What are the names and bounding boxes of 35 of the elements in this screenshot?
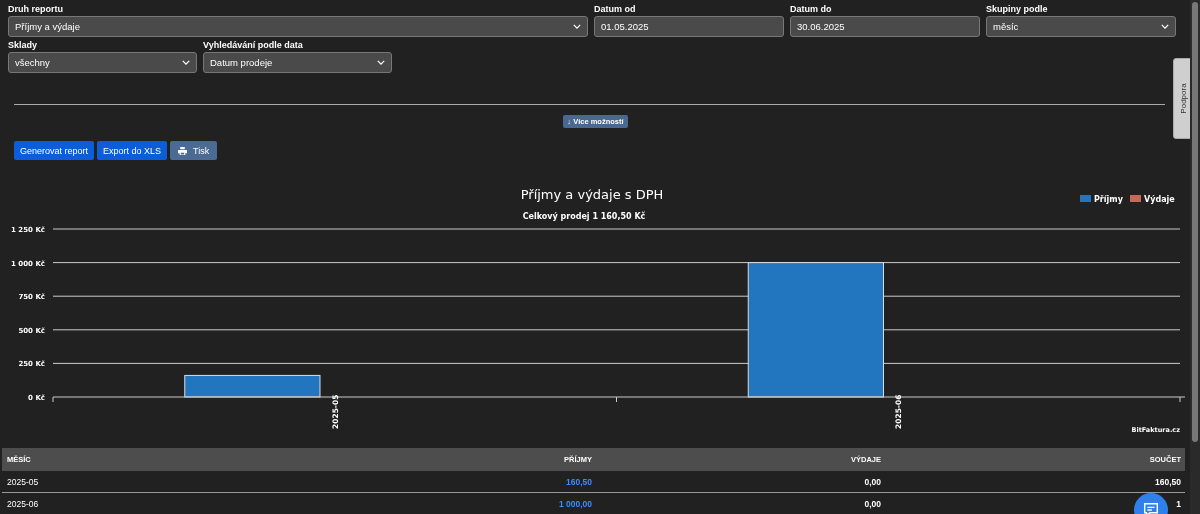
scrollbar[interactable]: [1190, 0, 1200, 514]
printer-icon: [178, 146, 188, 155]
select-field[interactable]: měsíc: [986, 16, 1176, 37]
legend-label: Příjmy: [1094, 195, 1123, 204]
print-button[interactable]: Tisk: [170, 141, 218, 160]
select-field[interactable]: všechny: [8, 52, 197, 73]
chevron-down-icon: [182, 60, 190, 65]
total-cell: 160,50: [1155, 476, 1181, 487]
chart-subtitle: Celkový prodej 1 160,50 Kč: [522, 212, 646, 221]
select-field[interactable]: Příjmy a výdaje: [8, 16, 588, 37]
select-field[interactable]: Datum prodeje: [203, 52, 392, 73]
expense-cell: 0,00: [864, 498, 881, 509]
chevron-down-icon: [1161, 24, 1169, 29]
chevron-down-icon: [377, 60, 385, 65]
income-cell: 160,50: [566, 476, 592, 487]
date-field[interactable]: 01.05.2025: [594, 16, 784, 37]
field-label: Druh reportu: [8, 4, 64, 14]
field-label: Datum do: [790, 4, 833, 14]
chart-title: Příjmy a výdaje s DPH: [520, 187, 664, 202]
field-label: Datum od: [594, 4, 637, 14]
expense-cell: 0,00: [864, 476, 881, 487]
month-cell: 2025-05: [7, 476, 39, 487]
field-label: Sklady: [8, 40, 39, 50]
month-cell: 2025-06: [7, 498, 39, 509]
support-tab[interactable]: Podpora: [1173, 58, 1193, 139]
action-button[interactable]: Export do XLS: [97, 141, 168, 160]
total-cell: 1: [1176, 498, 1181, 509]
chevron-down-icon: [573, 24, 581, 29]
date-field[interactable]: 30.06.2025: [790, 16, 980, 37]
action-button[interactable]: Generovat report: [14, 141, 95, 160]
legend-label: Výdaje: [1144, 195, 1175, 204]
chat-icon: [1142, 501, 1160, 514]
field-label: Skupiny podle: [986, 4, 1049, 14]
income-cell: 1 000,00: [558, 498, 592, 509]
field-label: Vyhledávání podle data: [203, 40, 304, 50]
